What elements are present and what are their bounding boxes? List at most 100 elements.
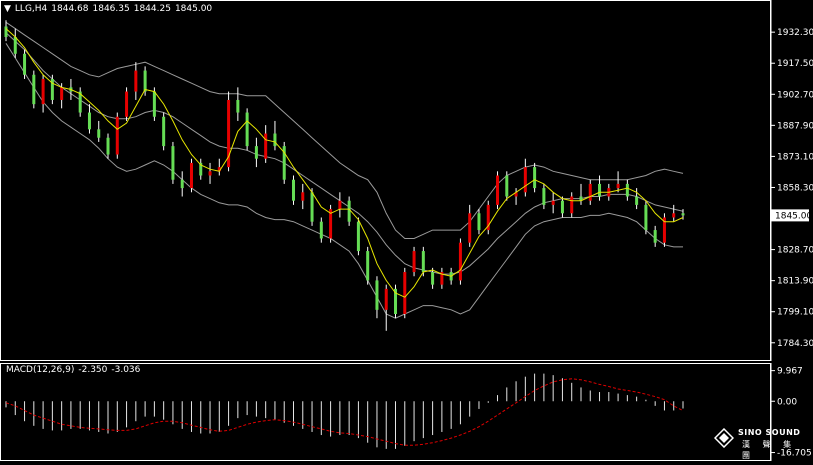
macd-panel[interactable]: 9.967 0.00 -16.705 MACD(12,26,9) -2.350 -3.0…	[0, 363, 813, 461]
macd-tick-label: 0.00	[777, 397, 797, 407]
candle	[644, 200, 648, 235]
price-axis: 1932.30 1917.50 1902.70 1887.90 1873.10 1858.…	[771, 28, 813, 349]
candle	[366, 246, 370, 285]
candle-body-down	[87, 112, 91, 130]
candle-body-up	[523, 167, 527, 193]
sino-sound-watermark: SINO SOUND 漢 聲 集 團	[714, 428, 804, 460]
candle	[329, 204, 333, 243]
candle	[291, 175, 295, 205]
candle-body-up	[338, 200, 342, 210]
price-chart-panel[interactable]: 1932.30 1917.50 1902.70 1887.90 1873.10 1858.…	[0, 0, 813, 361]
candle	[245, 108, 249, 151]
candle-body-down	[13, 36, 17, 54]
price-tick-label: 1902.70	[777, 90, 813, 100]
macd-header: MACD(12,26,9) -2.350 -3.036	[6, 365, 144, 375]
candle	[115, 112, 119, 159]
candle-body-up	[468, 213, 472, 243]
candle-body-up	[616, 183, 620, 189]
candle	[171, 141, 175, 184]
candle	[560, 196, 564, 218]
dropdown-triangle-icon[interactable]: ▼	[4, 4, 11, 14]
candle	[672, 204, 676, 222]
candle	[616, 171, 620, 193]
candle	[403, 267, 407, 319]
candle	[264, 125, 268, 163]
candle	[273, 120, 277, 151]
macd-label: MACD(12,26,9)	[6, 365, 75, 375]
candle	[458, 238, 462, 285]
candle	[338, 192, 342, 218]
candle	[533, 162, 537, 193]
candle-body-down	[180, 179, 184, 189]
candle-body-up	[412, 251, 416, 273]
candle-body-down	[644, 204, 648, 231]
low-value: 1844.25	[133, 4, 171, 14]
candle	[384, 284, 388, 331]
candle	[551, 192, 555, 214]
close-value: 1845.00	[174, 4, 213, 14]
candle	[227, 91, 231, 172]
bb-upper-line	[5, 21, 684, 239]
candle-body-up	[115, 116, 119, 155]
candle	[440, 267, 444, 289]
candle-body-down	[162, 116, 166, 147]
candle	[236, 87, 240, 121]
candle-body-down	[23, 53, 27, 75]
candle-body-down	[245, 112, 249, 147]
candle	[486, 200, 490, 235]
candle	[125, 87, 129, 121]
candle	[23, 49, 27, 79]
candle	[78, 87, 82, 117]
candle	[106, 133, 110, 159]
candle	[570, 192, 574, 218]
candle-body-up	[672, 213, 676, 218]
price-tick-label: 1799.10	[777, 308, 813, 318]
price-tick-label: 1784.30	[777, 339, 813, 349]
macd-chart[interactable]: 9.9670.00-16.705	[0, 363, 813, 461]
candle-body-down	[681, 213, 685, 216]
candle-body-down	[477, 213, 481, 231]
candle-body-down	[366, 251, 370, 281]
price-tick-label: 1917.50	[777, 59, 813, 69]
bollinger-bands	[5, 21, 684, 319]
candle-body-down	[421, 251, 425, 273]
price-chart[interactable]: 1932.30 1917.50 1902.70 1887.90 1873.10 1858.…	[0, 0, 813, 361]
candle-body-up	[496, 175, 500, 205]
candle-body-down	[152, 91, 156, 117]
macd-histogram	[5, 373, 684, 449]
candle-body-down	[356, 221, 360, 252]
candle-body-up	[588, 183, 592, 201]
candle	[394, 284, 398, 319]
candle-body-up	[208, 171, 212, 176]
macd-tick-label: 9.967	[777, 367, 803, 377]
candle	[477, 209, 481, 235]
candle	[282, 141, 286, 184]
price-tick-label: 1873.10	[777, 152, 813, 162]
candle	[97, 120, 101, 142]
candle	[208, 162, 212, 184]
candle-body-down	[560, 200, 564, 214]
high-value: 1846.35	[92, 4, 130, 14]
candle	[514, 188, 518, 205]
candle	[347, 196, 351, 226]
watermark-subtitle: 漢 聲 集 團	[742, 440, 797, 460]
price-tick-label: 1858.30	[777, 183, 813, 193]
candle-body-down	[635, 196, 639, 205]
price-tick-label: 1887.90	[777, 121, 813, 131]
moving-average	[5, 28, 684, 298]
candle-body-down	[291, 179, 295, 201]
candle-body-down	[431, 272, 435, 285]
candle	[412, 246, 416, 277]
candle	[254, 137, 258, 168]
price-tick-label: 1813.90	[777, 277, 813, 287]
candle-body-down	[347, 200, 351, 222]
candle-body-down	[236, 99, 240, 113]
candle	[189, 158, 193, 193]
candle-body-up	[458, 242, 462, 281]
candle	[588, 179, 592, 205]
candle	[579, 183, 583, 205]
candle	[13, 28, 17, 58]
macd-signal-value: -3.036	[111, 365, 141, 375]
candle	[635, 188, 639, 210]
candle-body-down	[505, 175, 509, 197]
